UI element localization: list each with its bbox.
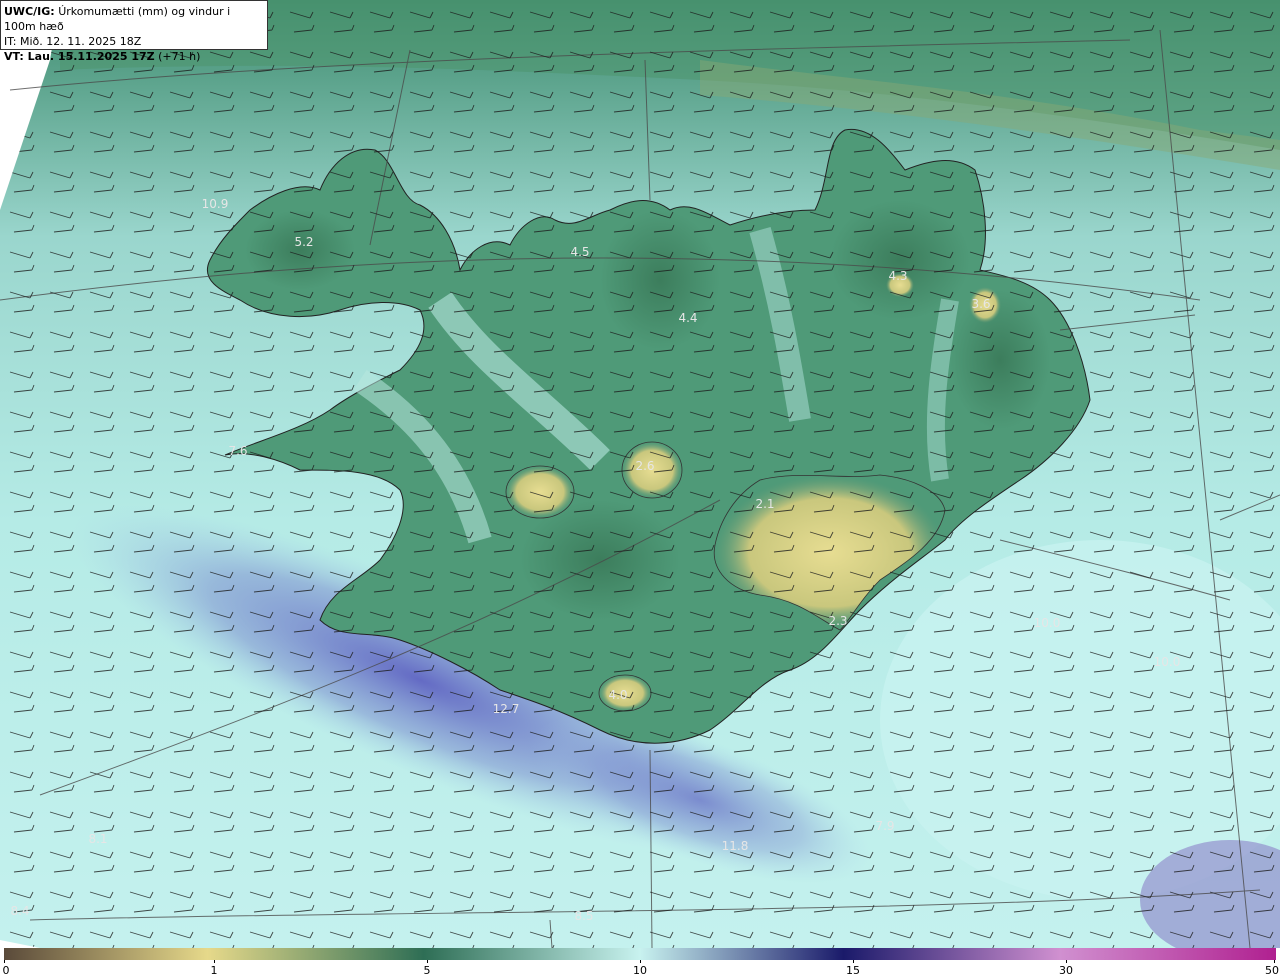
colorbar-tick-label: 10 [633, 964, 647, 977]
value-label-westfjords: 5.2 [294, 235, 313, 249]
value-label-north-west: 4.5 [570, 245, 589, 259]
value-label-se-sea: 7.9 [875, 819, 894, 833]
value-label-east: 3.6 [971, 297, 990, 311]
colorbar-tickmark [1274, 960, 1275, 963]
colorbar-tickmark [640, 960, 641, 963]
valid-time: VT: Lau. 15.11.2025 17Z [4, 50, 155, 63]
colorbar-tick-label: 5 [423, 964, 431, 977]
value-label-north: 4.4 [678, 311, 697, 325]
value-label-oraefajokull: 2.3 [828, 614, 847, 628]
value-label-vatnajokull: 2.1 [755, 497, 774, 511]
value-label-nw-sea: 10.9 [202, 197, 229, 211]
colorbar-tickmark [214, 960, 215, 963]
value-label-sw-sea: 8.1 [88, 832, 107, 846]
value-label-langjokull: 2.6 [635, 459, 654, 473]
colorbar [4, 948, 1276, 960]
colorbar-tickmark [4, 960, 5, 963]
value-label-south: 4.0 [608, 688, 627, 702]
colorbar-tickmark [427, 960, 428, 963]
model-name: UWC/IG: [4, 5, 55, 18]
colorbar-tick-label: 50 [1265, 964, 1279, 977]
value-label-snaefellsnes: 7.6 [228, 444, 247, 458]
colorbar-tickmark [1066, 960, 1067, 963]
colorbar-tickmark [853, 960, 854, 963]
precipitation-wind-map: 10.9 5.2 4.5 4.3 3.6 4.4 7.6 2.6 2.1 2.3 10.0 10.0 4… [0, 0, 1280, 948]
colorbar-tick-label: 0 [2, 964, 10, 977]
value-label-bottom-center: 8.5 [574, 909, 593, 923]
value-label-east-sea-2: 10.0 [1154, 655, 1181, 669]
value-label-northeast: 4.3 [888, 269, 907, 283]
value-label-reykjanes-sea: 12.7 [493, 702, 520, 716]
colorbar-tick-label: 1 [210, 964, 218, 977]
colorbar-tick-label: 15 [846, 964, 860, 977]
value-label-south-sea: 11.8 [722, 839, 749, 853]
wind-barbs [0, 0, 1280, 948]
value-label-bottom-left: 8.4 [10, 904, 29, 918]
colorbar-tick-label: 30 [1059, 964, 1073, 977]
value-label-east-sea-1: 10.0 [1034, 616, 1061, 630]
map-title-box: UWC/IG: Úrkomumætti (mm) og vindur i 100… [0, 0, 268, 63]
forecast-hour: (+71 h) [158, 50, 201, 63]
init-time: IT: Mið. 12. 11. 2025 18Z [4, 35, 142, 48]
colorbar-legend: 0 1 5 10 15 30 50 [0, 948, 1280, 978]
